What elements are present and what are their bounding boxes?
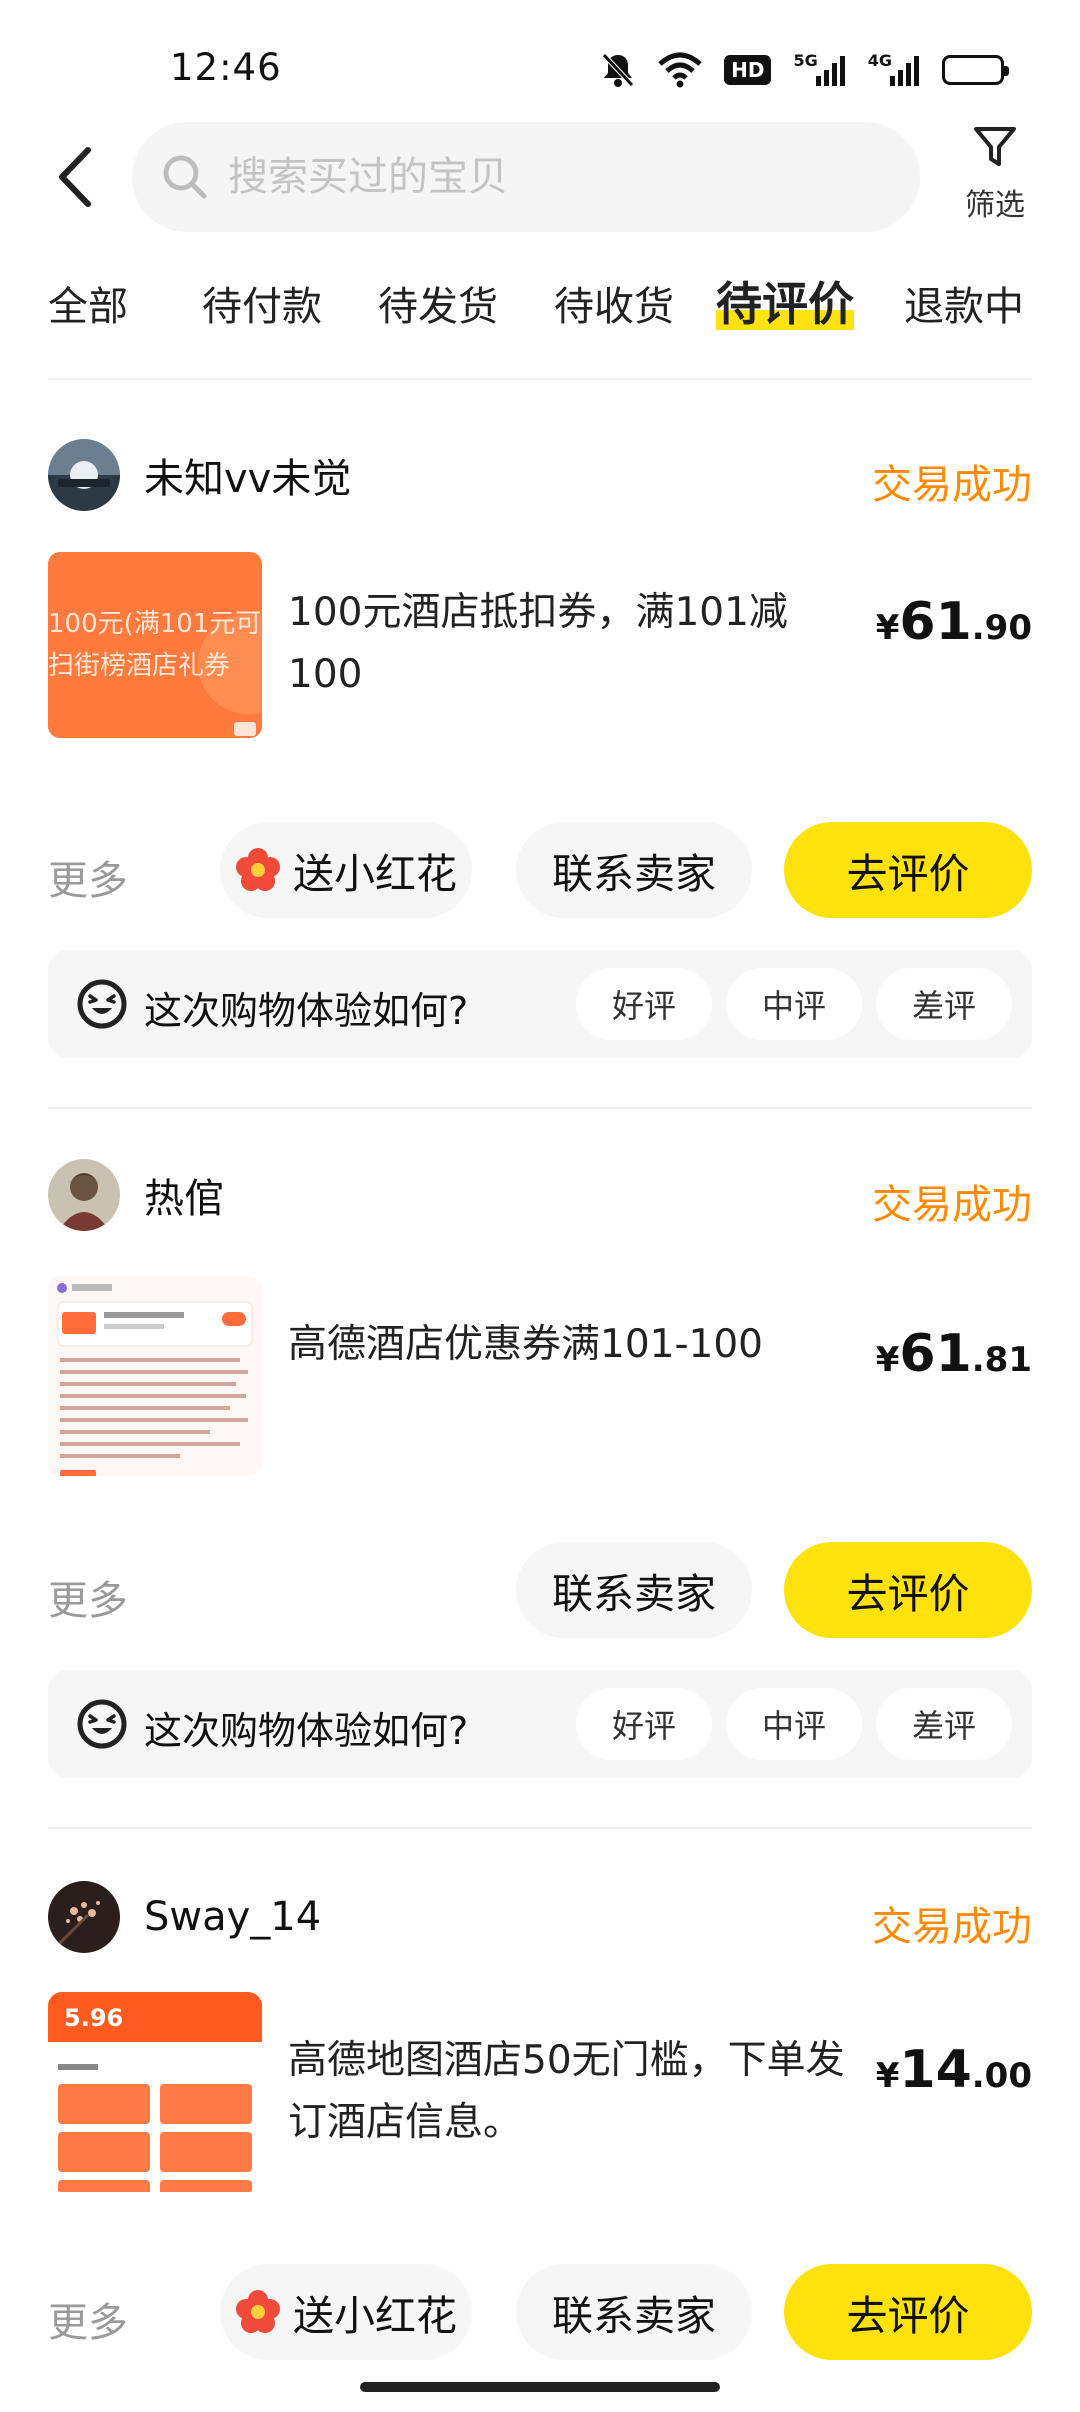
- search-icon: [163, 155, 207, 199]
- shop-avatar[interactable]: [48, 439, 120, 511]
- write-review-button[interactable]: 去评价: [784, 2264, 1032, 2360]
- write-review-label: 去评价: [846, 850, 970, 898]
- tab-pending-review[interactable]: 待评价: [716, 268, 854, 334]
- filter-funnel-icon: [974, 127, 1016, 166]
- shop-name[interactable]: 未知vv未觉: [144, 446, 351, 504]
- tab-pending-payment[interactable]: 待付款: [202, 274, 322, 332]
- rating-neutral-button[interactable]: 中评: [726, 968, 862, 1040]
- smiley-face-icon: [77, 1699, 127, 1749]
- product-price: ¥61.90: [875, 592, 1032, 652]
- search-input[interactable]: [228, 154, 868, 200]
- home-indicator[interactable]: [360, 2382, 720, 2392]
- battery-icon: [942, 55, 1009, 85]
- back-button[interactable]: [44, 142, 104, 212]
- product-title[interactable]: 100元酒店抵扣券，满101减100: [288, 582, 848, 706]
- signal-5g-icon: 5G: [793, 51, 845, 86]
- write-review-label: 去评价: [846, 1570, 970, 1618]
- contact-seller-label: 联系卖家: [552, 2292, 716, 2340]
- send-flower-button[interactable]: 送小红花: [220, 2264, 472, 2360]
- red-flower-icon: [236, 848, 280, 891]
- order-status: 交易成功: [872, 1904, 1032, 1950]
- shop-avatar[interactable]: [48, 1881, 120, 1953]
- red-flower-icon: [236, 2290, 280, 2333]
- product-title[interactable]: 高德地图酒店50无门槛，下单发订酒店信息。: [288, 2030, 848, 2154]
- signal-4g-icon: 4G: [868, 51, 920, 86]
- product-thumbnail[interactable]: 100元(满101元可用 扫街榜酒店礼券: [48, 544, 262, 744]
- product-row[interactable]: 高德酒店优惠券满101-100 ¥61.81: [48, 1276, 1032, 1476]
- product-row[interactable]: 5.96 高德地图酒店50无门槛，下单发订酒店信息。 ¥14.00: [48, 1992, 1032, 2192]
- product-row[interactable]: 100元(满101元可用 扫街榜酒店礼券 100元酒店抵扣券，满101减100 …: [48, 544, 1032, 744]
- divider: [48, 378, 1032, 380]
- rating-neutral-button[interactable]: 中评: [726, 1688, 862, 1760]
- order-status-tabs: 全部 待付款 待发货 待收货 待评价 退款中: [0, 260, 1080, 350]
- order-status: 交易成功: [872, 462, 1032, 508]
- more-button[interactable]: 更多: [48, 848, 128, 906]
- chevron-left-icon: [59, 147, 91, 207]
- order-actions: 更多 送小红花 联系卖家 去评价: [48, 2264, 1032, 2360]
- more-button[interactable]: 更多: [48, 1568, 128, 1626]
- search-bar[interactable]: [132, 122, 920, 232]
- divider: [48, 1107, 1032, 1109]
- tab-all[interactable]: 全部: [48, 274, 128, 332]
- more-button[interactable]: 更多: [48, 2290, 128, 2348]
- mute-bell-icon: [600, 51, 636, 89]
- status-icons: HD 5G 4G: [600, 50, 1009, 90]
- rating-bad-button[interactable]: 差评: [876, 968, 1012, 1040]
- tab-refunding[interactable]: 退款中: [904, 274, 1024, 332]
- send-flower-button[interactable]: 送小红花: [220, 822, 472, 918]
- order-card[interactable]: Sway_14 交易成功 5.96 高德地图酒店50无门槛，下单发订酒店信息。: [0, 1880, 1080, 2380]
- order-actions: 更多 联系卖家 去评价: [48, 1542, 1032, 1638]
- tab-pending-receipt[interactable]: 待收货: [554, 274, 674, 332]
- contact-seller-label: 联系卖家: [552, 850, 716, 898]
- shop-row[interactable]: 热倌 交易成功: [48, 1158, 1032, 1232]
- shop-avatar[interactable]: [48, 1159, 120, 1231]
- tab-pending-shipment[interactable]: 待发货: [378, 274, 498, 332]
- shop-name[interactable]: 热倌: [144, 1166, 224, 1224]
- status-bar: 12:46 HD 5G 4G: [0, 0, 1080, 110]
- contact-seller-label: 联系卖家: [552, 1570, 716, 1618]
- thumbnail-caption: 5.96: [64, 2004, 123, 2032]
- thumbnail-caption: 100元(满101元可用: [48, 609, 262, 639]
- send-flower-label: 送小红花: [293, 850, 457, 898]
- contact-seller-button[interactable]: 联系卖家: [516, 822, 752, 918]
- rating-bad-button[interactable]: 差评: [876, 1688, 1012, 1760]
- product-price: ¥14.00: [875, 2040, 1032, 2100]
- contact-seller-button[interactable]: 联系卖家: [516, 2264, 752, 2360]
- write-review-button[interactable]: 去评价: [784, 1542, 1032, 1638]
- top-bar: 筛选: [0, 118, 1080, 238]
- status-time: 12:46: [170, 46, 282, 89]
- shop-row[interactable]: 未知vv未觉 交易成功: [48, 438, 1032, 512]
- quick-review-panel: 这次购物体验如何? 好评 中评 差评: [48, 1670, 1032, 1778]
- write-review-label: 去评价: [846, 2292, 970, 2340]
- order-actions: 更多 送小红花 联系卖家 去评价: [48, 822, 1032, 918]
- product-thumbnail[interactable]: [48, 1276, 262, 1476]
- product-price: ¥61.81: [875, 1324, 1032, 1384]
- shop-name[interactable]: Sway_14: [144, 1894, 321, 1940]
- smiley-face-icon: [77, 979, 127, 1029]
- divider: [48, 1827, 1032, 1829]
- thumbnail-caption: 扫街榜酒店礼券: [48, 651, 230, 681]
- review-question: 这次购物体验如何?: [144, 1709, 469, 1753]
- review-question: 这次购物体验如何?: [144, 989, 469, 1033]
- order-status: 交易成功: [872, 1182, 1032, 1228]
- shop-row[interactable]: Sway_14 交易成功: [48, 1880, 1032, 1954]
- contact-seller-button[interactable]: 联系卖家: [516, 1542, 752, 1638]
- wifi-icon: [658, 52, 702, 88]
- rating-good-button[interactable]: 好评: [576, 968, 712, 1040]
- filter-label: 筛选: [965, 188, 1025, 223]
- hd-voice-badge: HD: [724, 55, 772, 85]
- order-card[interactable]: 未知vv未觉 交易成功 100元(满101元可用 扫街榜酒店礼券 100元酒店抵…: [0, 438, 1080, 1058]
- product-title[interactable]: 高德酒店优惠券满101-100: [288, 1314, 848, 1376]
- quick-review-panel: 这次购物体验如何? 好评 中评 差评: [48, 950, 1032, 1058]
- order-list-page: 12:46 HD 5G 4G 搜索买过的宝贝 筛选 全部 待付款 待发货 待收货…: [0, 0, 1080, 2412]
- product-thumbnail[interactable]: 5.96: [48, 1992, 262, 2192]
- rating-good-button[interactable]: 好评: [576, 1688, 712, 1760]
- order-card[interactable]: 热倌 交易成功 高德酒店优惠券满101-100 ¥61.81 更多 联系卖家 去…: [0, 1158, 1080, 1778]
- write-review-button[interactable]: 去评价: [784, 822, 1032, 918]
- send-flower-label: 送小红花: [293, 2292, 457, 2340]
- filter-button[interactable]: 筛选: [940, 124, 1050, 234]
